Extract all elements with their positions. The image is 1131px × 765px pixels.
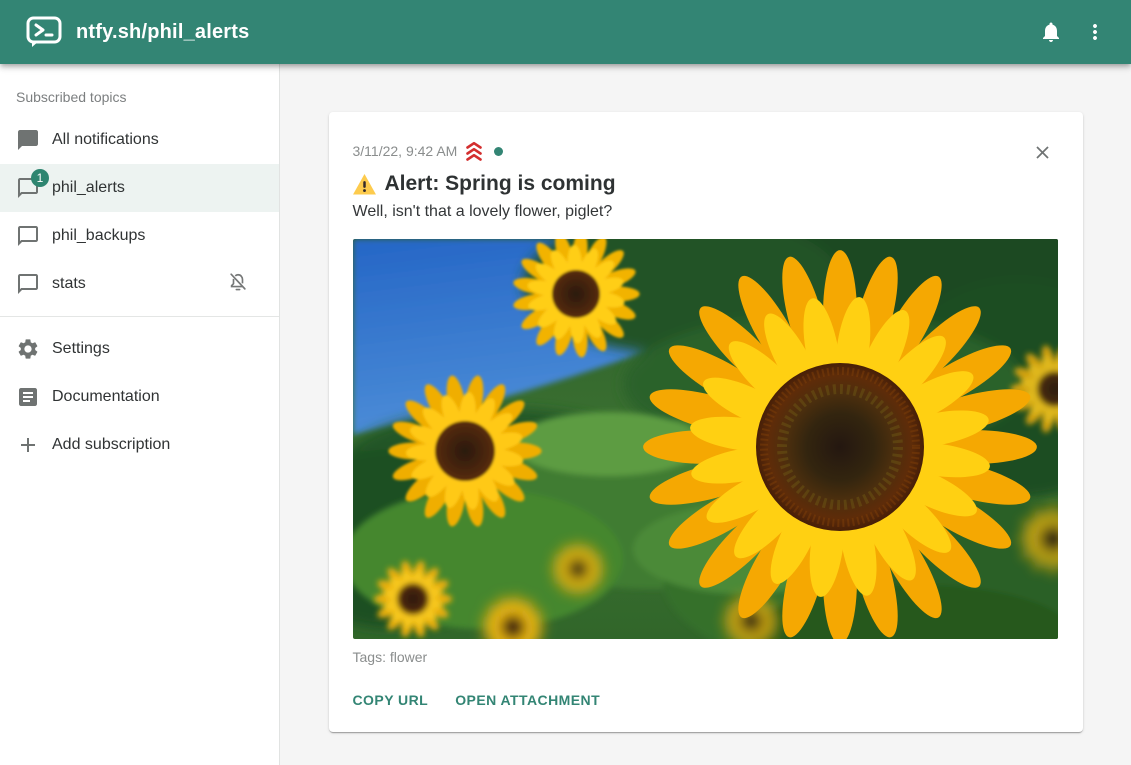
notifications-off-icon xyxy=(227,271,249,298)
sidebar-item-phil-backups[interactable]: phil_backups xyxy=(0,212,279,260)
article-icon xyxy=(16,385,40,409)
copy-url-button[interactable]: COPY URL xyxy=(353,690,429,710)
close-icon xyxy=(1032,142,1053,163)
notification-message: Well, isn't that a lovely flower, piglet… xyxy=(353,203,1059,221)
sidebar-item-all-notifications[interactable]: All notifications xyxy=(0,116,279,164)
sidebar-item-label: phil_alerts xyxy=(52,179,125,197)
main-content: 3/11/22, 9:42 AM Alert: Spring is coming xyxy=(280,64,1131,765)
notification-title: Alert: Spring is coming xyxy=(385,172,616,196)
overflow-menu-icon xyxy=(1083,20,1107,44)
sidebar-item-label: phil_backups xyxy=(52,227,145,245)
notification-card: 3/11/22, 9:42 AM Alert: Spring is coming xyxy=(329,112,1083,732)
chat-bubble-filled-icon xyxy=(16,128,40,152)
notifications-bell-button[interactable] xyxy=(1029,10,1073,54)
subscribed-topics-label: Subscribed topics xyxy=(0,64,279,116)
open-attachment-button[interactable]: OPEN ATTACHMENT xyxy=(455,690,600,710)
notification-tags: Tags: flower xyxy=(353,649,1059,665)
sidebar-item-label: stats xyxy=(52,275,86,293)
ntfy-logo-icon xyxy=(26,16,62,48)
sidebar-item-label: All notifications xyxy=(52,131,159,149)
sidebar-item-add-subscription[interactable]: Add subscription xyxy=(0,421,279,469)
attachment-image-sunflowers[interactable] xyxy=(353,239,1058,639)
unread-count-badge: 1 xyxy=(31,169,49,187)
gear-icon xyxy=(16,337,40,361)
sidebar-divider xyxy=(0,316,279,317)
overflow-menu-button[interactable] xyxy=(1073,10,1117,54)
sidebar-item-label: Documentation xyxy=(52,388,160,406)
app-bar: ntfy.sh/phil_alerts xyxy=(0,0,1131,64)
new-notification-dot xyxy=(494,147,503,156)
chat-bubble-outline-icon: 1 xyxy=(16,176,40,200)
notification-timestamp: 3/11/22, 9:42 AM xyxy=(353,143,458,159)
warning-triangle-icon xyxy=(353,174,376,195)
sidebar-item-documentation[interactable]: Documentation xyxy=(0,373,279,421)
sidebar-item-stats[interactable]: stats xyxy=(0,260,279,308)
sidebar-item-settings[interactable]: Settings xyxy=(0,325,279,373)
chat-bubble-outline-icon xyxy=(16,272,40,296)
plus-icon xyxy=(16,433,40,457)
page-title: ntfy.sh/phil_alerts xyxy=(76,21,249,44)
chat-bubble-outline-icon xyxy=(16,224,40,248)
priority-high-chevrons-icon xyxy=(462,139,486,163)
sidebar-item-label: Settings xyxy=(52,340,110,358)
notifications-bell-icon xyxy=(1039,20,1063,44)
sidebar: Subscribed topics All notifications 1 ph… xyxy=(0,64,280,765)
close-notification-button[interactable] xyxy=(1029,138,1057,166)
sidebar-item-phil-alerts[interactable]: 1 phil_alerts xyxy=(0,164,279,212)
sidebar-item-label: Add subscription xyxy=(52,436,170,454)
